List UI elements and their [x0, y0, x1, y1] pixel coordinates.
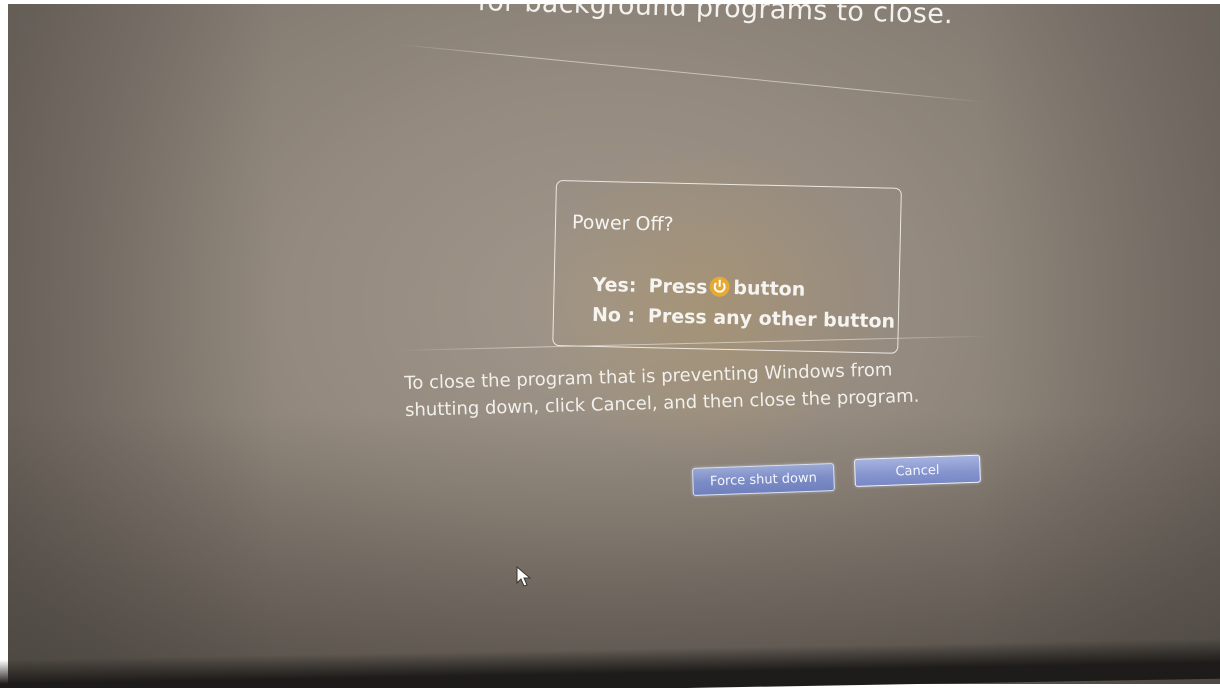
- osd-no-key: No :: [591, 303, 636, 327]
- osd-no-line: No : Press any other button: [592, 304, 896, 333]
- background-programs-heading: for background programs to close.: [477, 4, 954, 31]
- mouse-pointer-icon: [516, 566, 532, 587]
- osd-yes-key: Yes:: [592, 273, 637, 297]
- shutdown-screen: for background programs to close. Power …: [8, 4, 1220, 684]
- osd-no-text: Press any other button: [647, 305, 896, 333]
- force-shut-down-button[interactable]: Force shut down: [692, 463, 835, 496]
- osd-title: Power Off?: [571, 211, 674, 236]
- osd-yes-button-word: button: [733, 277, 806, 301]
- osd-yes-line: Yes: Press button: [592, 274, 805, 301]
- divider-top: [397, 44, 986, 103]
- photo-frame: for background programs to close. Power …: [0, 0, 1220, 688]
- shutdown-message: To close the program that is preventing …: [404, 359, 920, 421]
- osd-yes-press: Press: [648, 275, 708, 299]
- power-icon: [709, 276, 730, 297]
- power-off-osd: Power Off? Yes: Press button No : Press any…: [552, 180, 902, 354]
- cancel-button[interactable]: Cancel: [854, 454, 981, 487]
